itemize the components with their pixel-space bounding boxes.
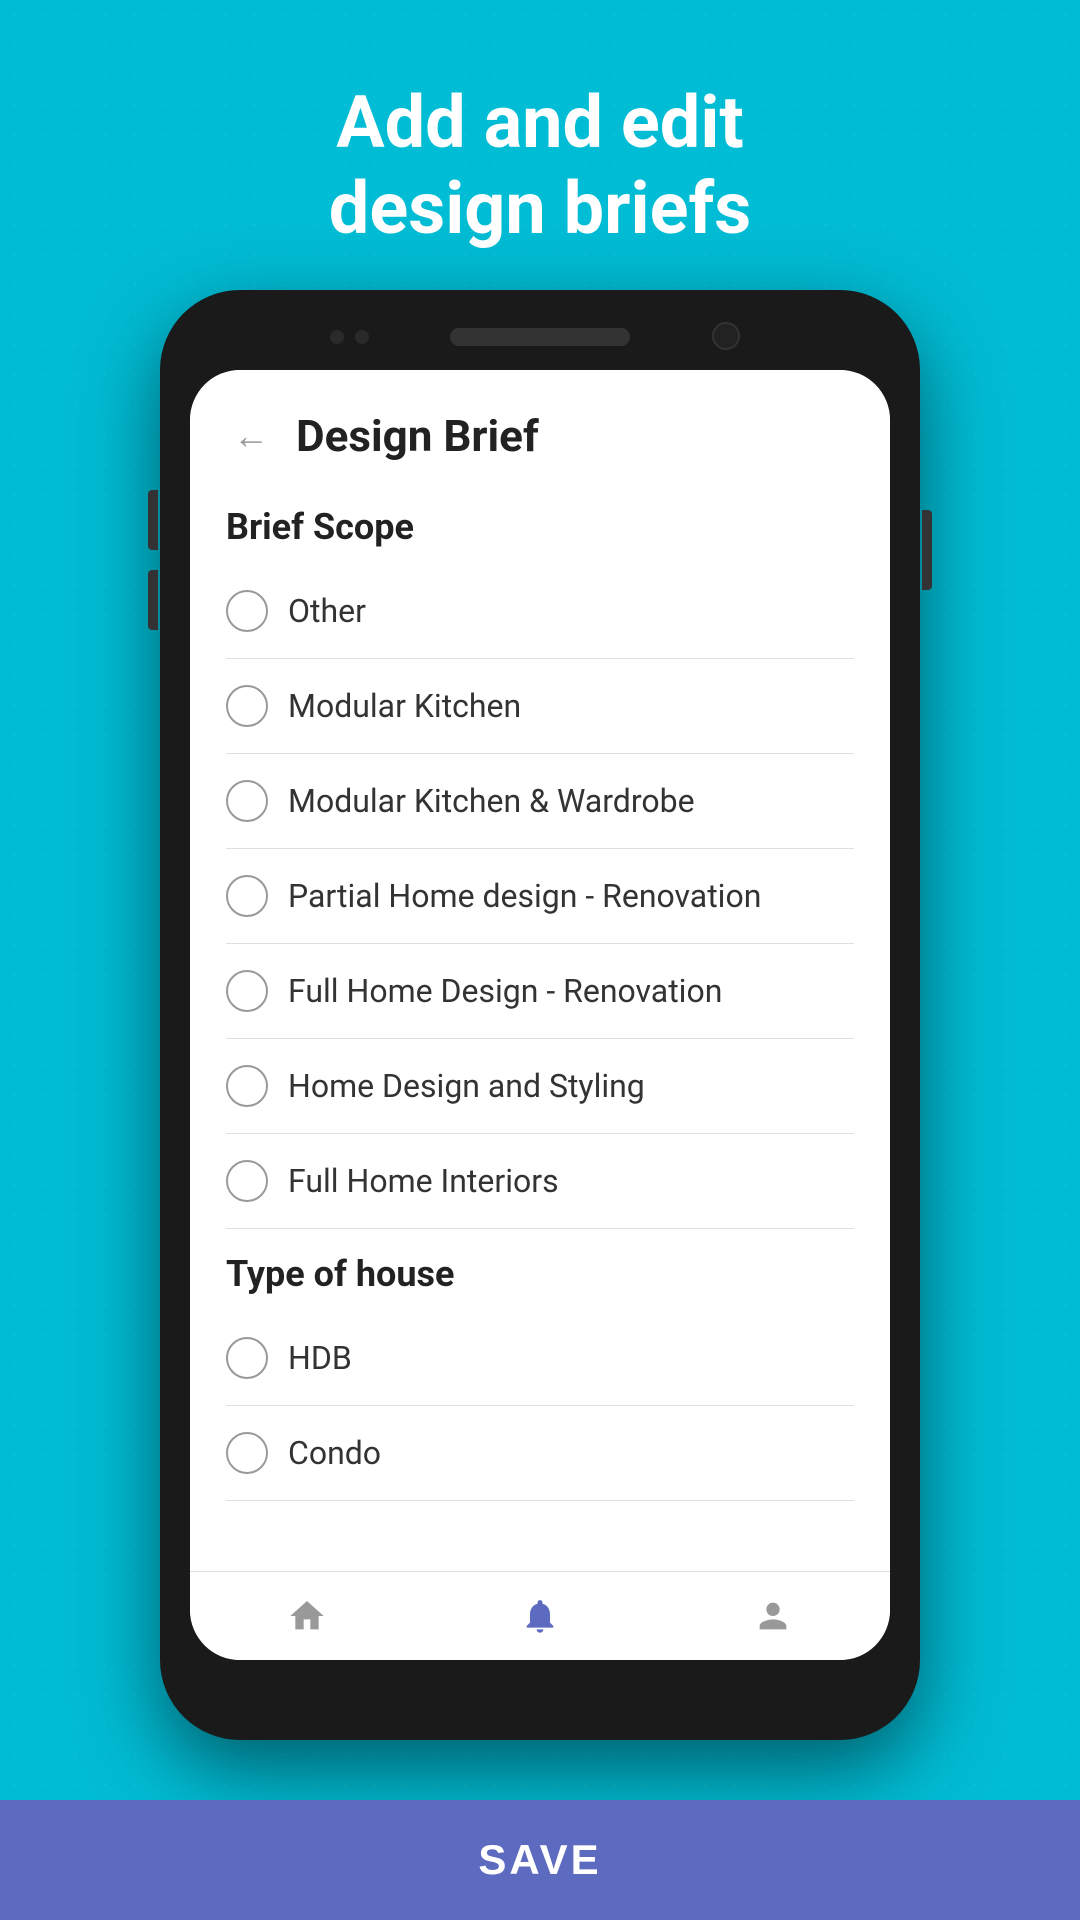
radio-label-condo: Condo xyxy=(288,1434,381,1472)
phone-speaker xyxy=(450,328,630,346)
radio-label-hdb: HDB xyxy=(288,1339,352,1377)
notification-icon xyxy=(520,1596,560,1636)
radio-option-partial-home[interactable]: Partial Home design - Renovation xyxy=(226,849,854,944)
headline-line2: design briefs xyxy=(0,166,1080,252)
radio-circle-full-home-design xyxy=(226,970,268,1012)
phone-power xyxy=(922,510,932,590)
headline-line1: Add and edit xyxy=(0,80,1080,166)
phone-dot-left xyxy=(330,330,344,344)
radio-option-condo[interactable]: Condo xyxy=(226,1406,854,1501)
radio-circle-hdb xyxy=(226,1337,268,1379)
phone-frame: ← Design Brief Brief Scope Other Modular… xyxy=(160,290,920,1740)
radio-option-home-design-styling[interactable]: Home Design and Styling xyxy=(226,1039,854,1134)
radio-circle-other xyxy=(226,590,268,632)
radio-option-modular-kitchen[interactable]: Modular Kitchen xyxy=(226,659,854,754)
home-icon xyxy=(287,1596,327,1636)
profile-icon xyxy=(753,1596,793,1636)
headline: Add and edit design briefs xyxy=(0,0,1080,303)
radio-option-modular-kitchen-wardrobe[interactable]: Modular Kitchen & Wardrobe xyxy=(226,754,854,849)
radio-label-full-home-design: Full Home Design - Renovation xyxy=(288,972,722,1010)
radio-label-modular-kitchen: Modular Kitchen xyxy=(288,687,521,725)
app-content: Brief Scope Other Modular Kitchen Modula… xyxy=(190,482,890,1571)
radio-option-other[interactable]: Other xyxy=(226,564,854,659)
nav-profile-button[interactable] xyxy=(747,1590,799,1642)
radio-circle-full-home-interiors xyxy=(226,1160,268,1202)
save-bar: SAVE xyxy=(0,1800,1080,1920)
phone-dot-right xyxy=(355,330,369,344)
nav-home-button[interactable] xyxy=(281,1590,333,1642)
radio-label-other: Other xyxy=(288,592,366,630)
radio-label-partial-home: Partial Home design - Renovation xyxy=(288,877,761,915)
radio-option-hdb[interactable]: HDB xyxy=(226,1311,854,1406)
back-button[interactable]: ← xyxy=(226,411,276,461)
radio-label-full-home-interiors: Full Home Interiors xyxy=(288,1162,559,1200)
phone-camera xyxy=(712,322,740,350)
page-title: Design Brief xyxy=(296,410,539,462)
radio-circle-condo xyxy=(226,1432,268,1474)
radio-circle-partial-home xyxy=(226,875,268,917)
nav-notification-button[interactable] xyxy=(514,1590,566,1642)
phone-screen: ← Design Brief Brief Scope Other Modular… xyxy=(190,370,890,1660)
bottom-nav xyxy=(190,1571,890,1660)
radio-circle-modular-kitchen-wardrobe xyxy=(226,780,268,822)
phone-vol-down xyxy=(148,570,158,630)
type-of-house-title: Type of house xyxy=(226,1229,854,1311)
brief-scope-title: Brief Scope xyxy=(226,482,854,564)
phone-vol-up xyxy=(148,490,158,550)
radio-option-full-home-interiors[interactable]: Full Home Interiors xyxy=(226,1134,854,1229)
radio-label-home-design-styling: Home Design and Styling xyxy=(288,1067,645,1105)
radio-circle-home-design-styling xyxy=(226,1065,268,1107)
radio-label-modular-kitchen-wardrobe: Modular Kitchen & Wardrobe xyxy=(288,782,695,820)
back-arrow-icon: ← xyxy=(233,415,269,457)
save-button[interactable]: SAVE xyxy=(0,1800,1080,1920)
app-header: ← Design Brief xyxy=(190,370,890,482)
radio-option-full-home-design[interactable]: Full Home Design - Renovation xyxy=(226,944,854,1039)
radio-circle-modular-kitchen xyxy=(226,685,268,727)
